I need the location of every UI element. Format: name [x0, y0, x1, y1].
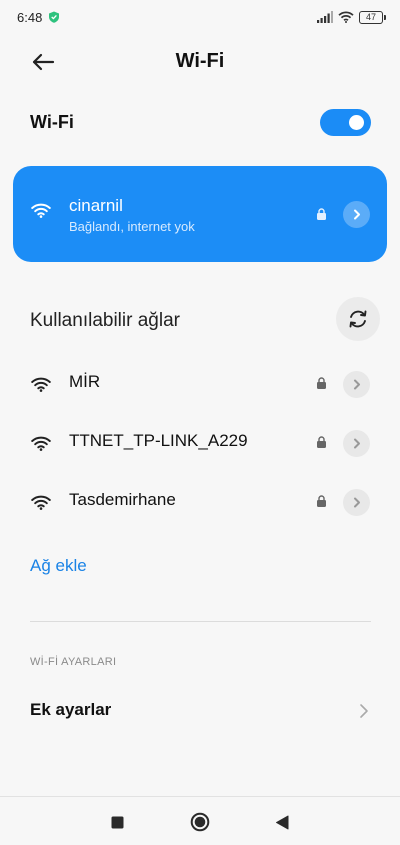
connected-network-name: cinarnil: [69, 196, 123, 215]
section-label: Wİ-Fİ AYARLARI: [30, 656, 117, 668]
cellular-signal-icon: [317, 11, 333, 23]
status-icons: 47: [317, 9, 386, 25]
network-name: TTNET_TP-LINK_A229: [69, 431, 248, 450]
network-details-button[interactable]: [343, 371, 370, 398]
page-title: Wi-Fi: [175, 50, 225, 72]
add-network-link[interactable]: Ağ ekle: [30, 556, 87, 576]
square-icon: [111, 816, 123, 828]
chevron-right-icon: [353, 209, 360, 220]
lock-icon: [317, 495, 326, 507]
network-row[interactable]: TTNET_TP-LINK_A229: [0, 414, 400, 472]
chevron-right-icon: [353, 438, 360, 449]
battery-icon: 47: [359, 10, 386, 24]
chevron-right-icon: [360, 704, 368, 718]
more-settings-row[interactable]: Ek ayarlar: [0, 690, 400, 732]
lock-icon: [317, 436, 326, 448]
wifi-toggle-label: Wi-Fi: [30, 112, 74, 132]
chevron-right-icon: [353, 497, 360, 508]
navigation-bar: [0, 796, 400, 845]
home-button[interactable]: [187, 809, 213, 835]
wifi-signal-icon: [31, 203, 51, 218]
triangle-left-icon: [276, 815, 289, 829]
recents-button[interactable]: [104, 809, 130, 835]
connected-network-card[interactable]: cinarnil Bağlandı, internet yok: [13, 166, 387, 262]
status-time: 6:48: [17, 10, 43, 25]
wifi-signal-icon: [31, 436, 51, 451]
network-details-button[interactable]: [343, 489, 370, 516]
divider: [30, 621, 371, 622]
chevron-right-icon: [353, 379, 360, 390]
connected-network-status: Bağlandı, internet yok: [69, 219, 195, 234]
refresh-button[interactable]: [336, 297, 380, 341]
lock-icon: [317, 377, 326, 389]
network-name: Tasdemirhane: [69, 490, 176, 509]
network-details-button[interactable]: [343, 430, 370, 457]
network-name: MİR: [69, 372, 101, 391]
network-details-button[interactable]: [343, 201, 370, 228]
toggle-knob: [349, 115, 364, 130]
more-settings-label: Ek ayarlar: [30, 700, 112, 719]
refresh-icon: [349, 310, 367, 328]
network-row[interactable]: MİR: [0, 355, 400, 413]
circle-icon: [190, 812, 210, 832]
wifi-signal-icon: [31, 495, 51, 510]
lock-icon: [317, 208, 326, 220]
nav-back-button[interactable]: [269, 809, 295, 835]
available-networks-title: Kullanılabilir ağlar: [30, 310, 180, 331]
wifi-status-icon: [338, 11, 354, 23]
wifi-signal-icon: [31, 377, 51, 392]
shield-icon: [49, 11, 59, 23]
network-row[interactable]: Tasdemirhane: [0, 473, 400, 531]
wifi-toggle[interactable]: [320, 109, 371, 136]
